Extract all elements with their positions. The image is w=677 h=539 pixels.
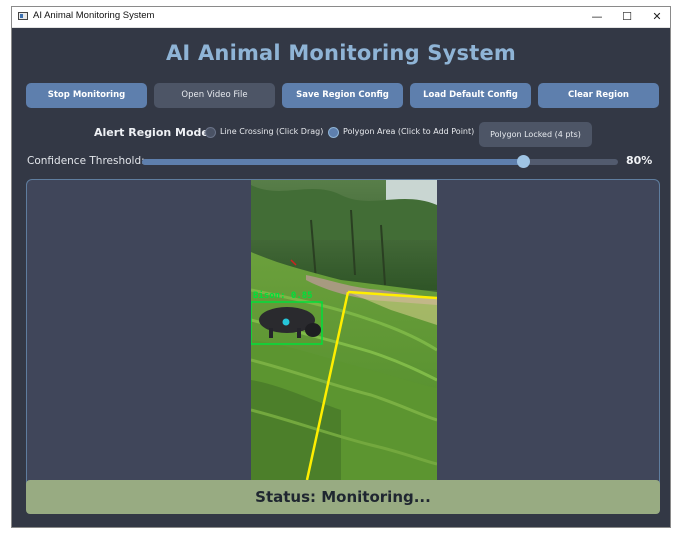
polygon-area-radio[interactable] — [328, 127, 339, 138]
alert-region-mode-label: Alert Region Mode: — [94, 126, 214, 139]
confidence-slider[interactable] — [142, 155, 618, 168]
bison-leg — [297, 328, 301, 338]
polygon-locked-button[interactable]: Polygon Locked (4 pts) — [479, 122, 592, 147]
confidence-slider-fill — [142, 159, 523, 165]
clear-region-button[interactable]: Clear Region — [538, 83, 659, 108]
detection-center-dot — [282, 318, 290, 326]
title-bar: AI Animal Monitoring System — ☐ ✕ — [12, 7, 670, 28]
bison-head — [305, 323, 321, 337]
open-video-file-button[interactable]: Open Video File — [154, 83, 275, 108]
confidence-threshold-label: Confidence Threshold: — [27, 155, 145, 167]
alert-region-mode-row: Alert Region Mode: Line Crossing (Click … — [12, 122, 670, 148]
video-panel[interactable]: Bison: 0.85 — [26, 179, 660, 513]
line-crossing-label[interactable]: Line Crossing (Click Drag) — [220, 127, 323, 136]
minimize-button[interactable]: — — [582, 7, 612, 27]
video-frame[interactable]: Bison: 0.85 — [251, 180, 437, 480]
bison-leg — [269, 328, 273, 338]
line-crossing-radio[interactable] — [205, 127, 216, 138]
window-title: AI Animal Monitoring System — [33, 10, 155, 21]
status-bar: Status: Monitoring... — [26, 480, 660, 514]
maximize-button[interactable]: ☐ — [612, 7, 642, 27]
stop-monitoring-button[interactable]: Stop Monitoring — [26, 83, 147, 108]
load-default-config-button[interactable]: Load Default Config — [410, 83, 531, 108]
video-image: Bison: 0.85 — [251, 180, 437, 480]
app-title: AI Animal Monitoring System — [165, 41, 516, 65]
confidence-slider-handle[interactable] — [516, 155, 530, 168]
app-icon — [18, 12, 28, 20]
polygon-area-label[interactable]: Polygon Area (Click to Add Point) — [343, 127, 474, 136]
app-window: AI Animal Monitoring System — ☐ ✕ AI Ani… — [11, 6, 671, 528]
close-button[interactable]: ✕ — [642, 7, 672, 27]
detection-label: Bison: 0.85 — [253, 290, 313, 301]
save-region-config-button[interactable]: Save Region Config — [282, 83, 403, 108]
confidence-value: 80% — [626, 154, 653, 167]
